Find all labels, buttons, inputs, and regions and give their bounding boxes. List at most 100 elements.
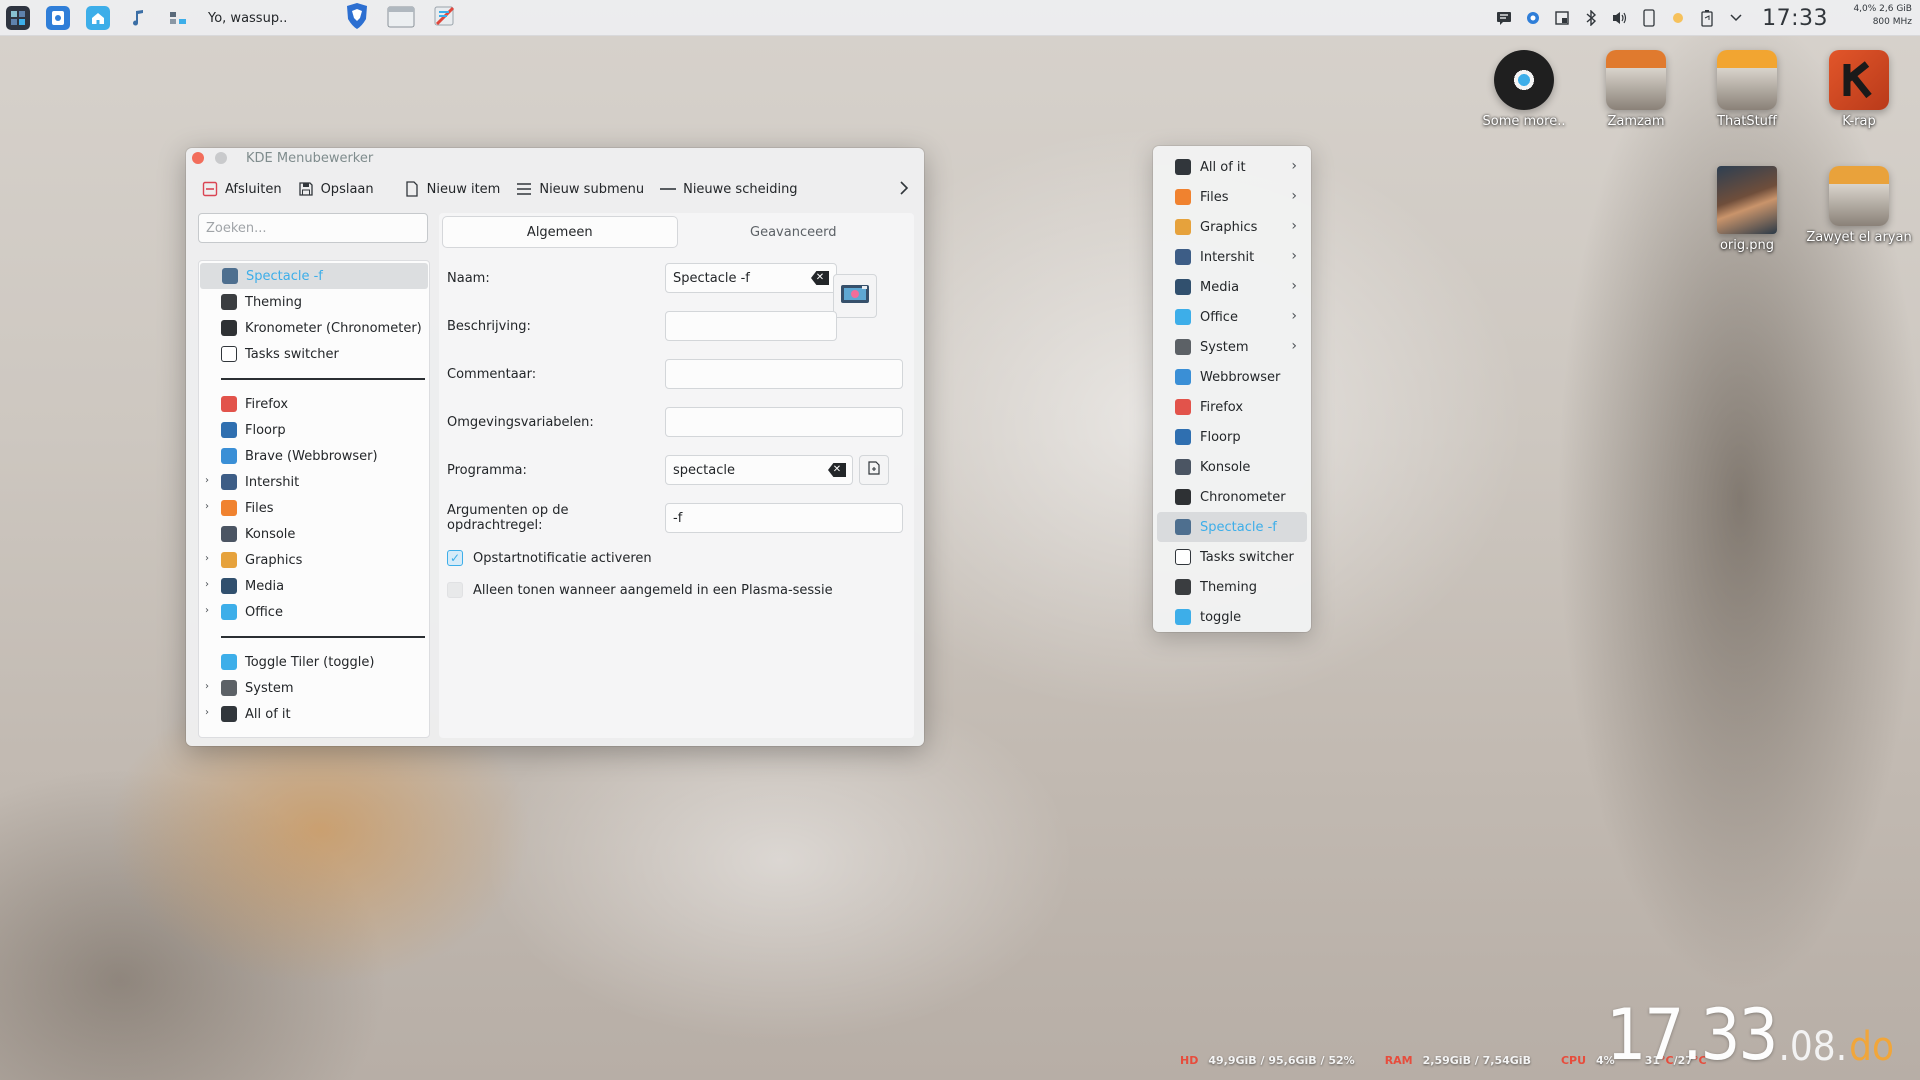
chevron-right-icon: › [1291,308,1297,324]
chevron-right-icon: › [1291,158,1297,174]
new-separator-button[interactable]: Nieuwe scheiding [654,175,807,203]
desktop-icon-some-more[interactable]: Some more.. [1474,50,1574,129]
launcher-item-webbrowser[interactable]: Webbrowser [1157,362,1307,392]
expand-arrow-icon[interactable]: › [205,475,209,486]
program-field[interactable] [665,455,853,485]
task-file-manager[interactable] [386,3,416,33]
desktop-icon-thatstuff[interactable]: ThatStuff [1697,50,1797,129]
night-light-icon[interactable] [1669,9,1687,27]
settings-icon[interactable] [1524,9,1542,27]
desktop-icon-k-rap[interactable]: K-rap [1809,50,1909,129]
launcher-item-office[interactable]: Office › [1157,302,1307,332]
tree-item-all-of-it[interactable]: › All of it [199,701,429,727]
tree-item-theming[interactable]: Theming [199,289,429,315]
save-button[interactable]: Opslaan [292,175,384,203]
close-window-button[interactable] [192,152,204,164]
clipboard-icon[interactable] [1553,9,1571,27]
new-submenu-button[interactable]: Nieuw submenu [510,175,654,203]
bluetooth-icon[interactable] [1582,9,1600,27]
tab-general[interactable]: Algemeen [443,217,677,247]
office-icon [1175,309,1191,325]
spectacle-f-icon [222,268,238,284]
titlebar[interactable]: KDE Menubewerker [186,148,924,168]
tree-item-files[interactable]: › Files [199,495,429,521]
discover-icon[interactable] [46,6,70,30]
launcher-item-label: Tasks switcher [1200,549,1294,565]
music-note-icon[interactable] [126,6,150,30]
menu-tree: Spectacle -f Theming Kronometer (Chronomet… [198,260,430,738]
launcher-item-files[interactable]: Files › [1157,182,1307,212]
battery-icon[interactable] [1698,9,1716,27]
tree-item-intershit[interactable]: › Intershit [199,469,429,495]
desktop-icon-zawyet-el-aryan[interactable]: Zawyet el aryan [1806,166,1912,245]
app-icon-button[interactable] [833,274,877,318]
launcher-item-theming[interactable]: Theming [1157,572,1307,602]
startup-notify-checkbox-row[interactable]: ✓ Opstartnotificatie activeren [447,547,652,569]
launcher-item-chronometer[interactable]: Chronometer [1157,482,1307,512]
plasma-only-checkbox-row[interactable]: Alleen tonen wanneer aangemeld in een Pl… [447,579,833,601]
system-tray: 17:33 [1495,0,1828,36]
desktop-icon-zamzam[interactable]: Zamzam [1586,50,1686,129]
launcher-item-toggle[interactable]: toggle [1157,602,1307,632]
expand-arrow-icon[interactable]: › [205,579,209,590]
launcher-item-graphics[interactable]: Graphics › [1157,212,1307,242]
panel-clock[interactable]: 17:33 [1762,6,1828,31]
task-brave[interactable] [342,3,372,33]
tree-item-media[interactable]: › Media [199,573,429,599]
launcher-item-konsole[interactable]: Konsole [1157,452,1307,482]
tree-item-toggle-tiler-toggle[interactable]: Toggle Tiler (toggle) [199,649,429,675]
tree-item-floorp[interactable]: Floorp [199,417,429,443]
tree-item-konsole[interactable]: Konsole [199,521,429,547]
launcher-item-system[interactable]: System › [1157,332,1307,362]
new-item-button[interactable]: Nieuw item [398,175,511,203]
tree-item-spectacle-f[interactable]: Spectacle -f [200,263,428,289]
minimize-window-button[interactable] [215,152,227,164]
browse-program-button[interactable] [859,455,889,485]
comment-field[interactable] [665,359,903,389]
startup-notify-checkbox[interactable]: ✓ [447,550,463,566]
env-field[interactable] [665,407,903,437]
launcher-item-intershit[interactable]: Intershit › [1157,242,1307,272]
tree-item-kronometer-chronometer[interactable]: Kronometer (Chronometer) [199,315,429,341]
tree-item-firefox[interactable]: Firefox [199,391,429,417]
phone-icon[interactable] [1640,9,1658,27]
tree-separator[interactable] [199,625,429,649]
search-input[interactable] [198,213,428,243]
launcher-item-firefox[interactable]: Firefox [1157,392,1307,422]
network-icon[interactable] [166,6,190,30]
tab-advanced[interactable]: Geavanceerd [677,217,911,247]
quit-label: Afsluiten [225,181,282,197]
launcher-item-all-of-it[interactable]: All of it › [1157,152,1307,182]
launcher-item-media[interactable]: Media › [1157,272,1307,302]
notes-icon[interactable] [1495,9,1513,27]
chevron-down-icon[interactable] [1727,9,1745,27]
launcher-item-label: Intershit [1200,249,1255,265]
volume-icon[interactable] [1611,9,1629,27]
app-grid-icon[interactable] [6,6,30,30]
tree-item-graphics[interactable]: › Graphics [199,547,429,573]
tree-item-system[interactable]: › System [199,675,429,701]
launcher-item-tasks-switcher[interactable]: Tasks switcher [1157,542,1307,572]
description-field[interactable] [665,311,837,341]
toolbar-overflow-button[interactable] [894,179,914,199]
plasma-only-checkbox[interactable] [447,582,463,598]
home-folder-icon[interactable] [86,6,110,30]
task-menu-editor[interactable] [430,3,460,33]
desktop-icon-orig-png[interactable]: orig.png [1697,166,1797,253]
tree-item-label: Firefox [245,396,289,412]
tree-separator[interactable] [199,367,429,391]
args-field[interactable] [665,503,903,533]
expand-arrow-icon[interactable]: › [205,553,209,564]
quit-button[interactable]: Afsluiten [196,175,292,203]
tree-item-office[interactable]: › Office [199,599,429,625]
launcher-item-floorp[interactable]: Floorp [1157,422,1307,452]
launcher-item-spectacle-f[interactable]: Spectacle -f [1157,512,1307,542]
tree-item-brave-webbrowser[interactable]: Brave (Webbrowser) [199,443,429,469]
expand-arrow-icon[interactable]: › [205,681,209,692]
desktop-clock-time: 17.33 [1606,994,1778,1076]
expand-arrow-icon[interactable]: › [205,605,209,616]
expand-arrow-icon[interactable]: › [205,707,209,718]
tree-item-tasks-switcher[interactable]: Tasks switcher [199,341,429,367]
k-rap-icon [1829,50,1889,110]
expand-arrow-icon[interactable]: › [205,501,209,512]
